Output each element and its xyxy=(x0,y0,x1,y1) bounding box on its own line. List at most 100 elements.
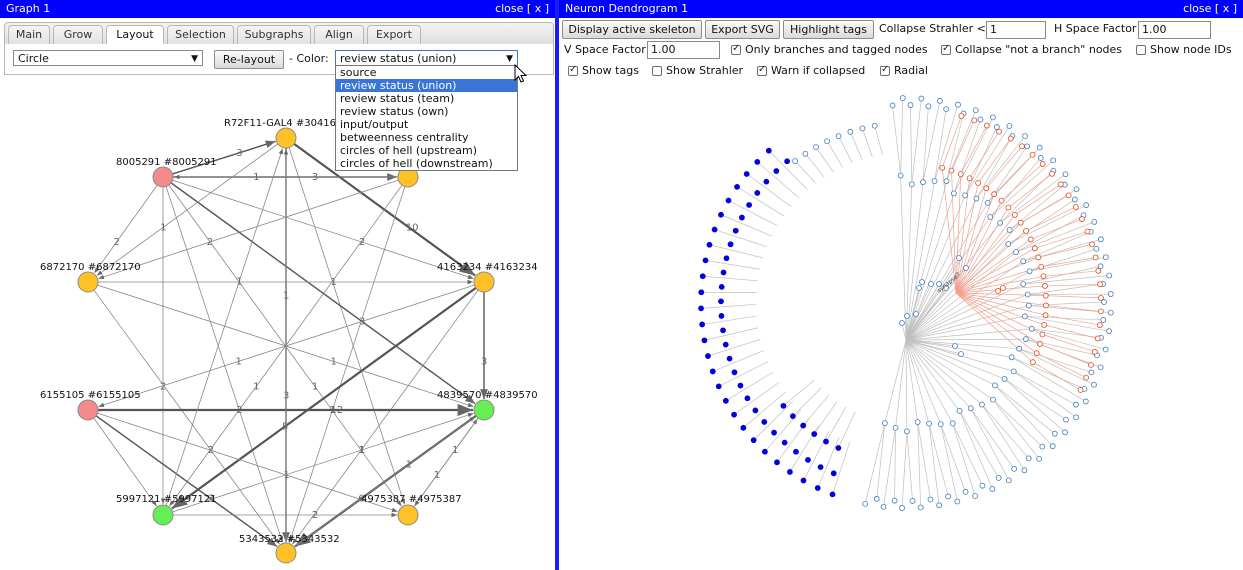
dendrogram-node[interactable] xyxy=(1088,361,1094,368)
dendrogram-node[interactable] xyxy=(1106,272,1113,279)
dendrogram-node[interactable] xyxy=(737,382,744,389)
dendrogram-node[interactable] xyxy=(1005,241,1012,247)
dendrogram-node[interactable] xyxy=(891,497,898,504)
dendrogram-node[interactable] xyxy=(800,477,807,484)
dendrogram-node[interactable] xyxy=(1020,281,1027,287)
checkbox-icon[interactable] xyxy=(731,43,741,55)
graph-edge[interactable] xyxy=(93,417,157,507)
dendrogram-node[interactable] xyxy=(780,402,787,409)
color-option-betweenness[interactable]: betweenness centrality xyxy=(336,131,517,144)
graph-node[interactable] xyxy=(275,127,297,149)
show-tags-checkbox[interactable]: Show tags xyxy=(568,64,639,77)
dendrogram-node[interactable] xyxy=(786,469,793,475)
graph-edge[interactable] xyxy=(94,184,158,274)
dendrogram-node[interactable] xyxy=(943,178,950,185)
dendrogram-node[interactable] xyxy=(1017,219,1024,226)
graph-node[interactable] xyxy=(77,271,99,293)
dendrogram-node[interactable] xyxy=(731,369,738,376)
dendrogram-node[interactable] xyxy=(754,158,761,165)
dendrogram-node[interactable] xyxy=(814,485,821,491)
graph-edge[interactable] xyxy=(165,148,283,506)
dendrogram-node[interactable] xyxy=(996,128,1002,135)
dendrogram-node[interactable] xyxy=(928,281,934,287)
color-option-hell-upstream[interactable]: circles of hell (upstream) xyxy=(336,144,517,157)
dendrogram-node[interactable] xyxy=(1107,309,1114,316)
checkbox-icon[interactable] xyxy=(757,64,767,76)
dendrogram-node[interactable] xyxy=(1088,369,1095,376)
dendrogram-node[interactable] xyxy=(880,503,887,510)
dendrogram-node[interactable] xyxy=(754,190,761,196)
dendrogram-node[interactable] xyxy=(998,197,1005,204)
dendrogram-node[interactable] xyxy=(931,178,938,185)
dendrogram-node[interactable] xyxy=(1082,398,1089,405)
dendrogram-node[interactable] xyxy=(1031,245,1038,252)
dendrogram-node[interactable] xyxy=(1097,364,1104,371)
dendrogram-node[interactable] xyxy=(835,133,842,140)
dendrogram-node[interactable] xyxy=(1022,336,1029,343)
dendrogram-node[interactable] xyxy=(784,158,790,165)
graph-node[interactable] xyxy=(275,542,297,564)
dendrogram-node[interactable] xyxy=(1040,273,1047,280)
dendrogram-node[interactable] xyxy=(824,138,830,145)
dendrogram-node[interactable] xyxy=(746,202,753,208)
dendrogram-node[interactable] xyxy=(1096,322,1103,328)
dendrogram-node[interactable] xyxy=(987,214,994,220)
graph-node[interactable] xyxy=(152,504,174,526)
dendrogram-node[interactable] xyxy=(995,288,1001,294)
dendrogram-node[interactable] xyxy=(789,413,796,420)
dendrogram-node[interactable] xyxy=(1107,291,1114,297)
dendrogram-node[interactable] xyxy=(972,107,979,114)
dendrogram-node[interactable] xyxy=(952,343,958,349)
dendrogram-node[interactable] xyxy=(899,320,905,326)
dendrogram-node[interactable] xyxy=(1001,376,1008,382)
dendrogram-node[interactable] xyxy=(823,438,829,445)
checkbox-icon[interactable] xyxy=(880,64,890,76)
dendrogram-node[interactable] xyxy=(917,504,924,511)
dendrogram-node[interactable] xyxy=(1084,228,1091,235)
dendrogram-node[interactable] xyxy=(805,456,811,463)
dendrogram-node[interactable] xyxy=(1006,227,1013,233)
dendrogram-canvas[interactable]: synapse? xyxy=(561,88,1241,568)
dendrogram-node[interactable] xyxy=(761,448,768,455)
dendrogram-node[interactable] xyxy=(958,113,965,119)
graph-edge[interactable] xyxy=(414,417,479,507)
dendrogram-node[interactable] xyxy=(1083,374,1090,381)
dendrogram-node[interactable] xyxy=(1021,467,1028,474)
dendrogram-node[interactable] xyxy=(971,117,978,124)
dendrogram-node[interactable] xyxy=(943,106,950,113)
dendrogram-node[interactable] xyxy=(718,313,725,319)
dendrogram-node[interactable] xyxy=(1013,249,1019,256)
tab-selection[interactable]: Selection xyxy=(167,25,234,44)
dendrogram-node[interactable] xyxy=(1036,455,1043,462)
dendrogram-node[interactable] xyxy=(1042,292,1049,299)
dendrogram-node[interactable] xyxy=(1042,312,1049,319)
dendrogram-node[interactable] xyxy=(847,128,854,135)
dendrogram-node[interactable] xyxy=(979,401,985,408)
dendrogram-node[interactable] xyxy=(1100,317,1107,323)
dendrogram-node[interactable] xyxy=(1091,219,1098,225)
dendrogram-node[interactable] xyxy=(720,327,726,334)
dendrogram-node[interactable] xyxy=(1020,258,1027,265)
dendrogram-node[interactable] xyxy=(732,227,739,234)
relayout-button[interactable]: Re-layout xyxy=(214,50,284,69)
dendrogram-node[interactable] xyxy=(830,470,837,477)
dendrogram-node[interactable] xyxy=(1051,430,1058,437)
dendrogram-node[interactable] xyxy=(1023,227,1029,234)
dendrogram-node[interactable] xyxy=(1063,416,1069,423)
dendrogram-node[interactable] xyxy=(955,101,961,108)
dendrogram-node[interactable] xyxy=(813,144,819,151)
dendrogram-node[interactable] xyxy=(1022,133,1028,140)
dendrogram-node[interactable] xyxy=(936,97,943,104)
dendrogram-node[interactable] xyxy=(892,424,899,431)
dendrogram-node[interactable] xyxy=(1049,443,1056,450)
dendrogram-node[interactable] xyxy=(793,448,799,455)
graph-node[interactable] xyxy=(77,399,99,421)
dendrogram-node[interactable] xyxy=(1089,241,1095,248)
dendrogram-node[interactable] xyxy=(1026,268,1033,275)
dendrogram-node[interactable] xyxy=(956,407,963,414)
radial-checkbox[interactable]: Radial xyxy=(880,64,928,77)
dendrogram-node[interactable] xyxy=(1062,171,1069,178)
dendrogram-node[interactable] xyxy=(1025,302,1032,309)
dendrogram-node[interactable] xyxy=(1102,254,1109,261)
dendrogram-node[interactable] xyxy=(945,493,952,500)
